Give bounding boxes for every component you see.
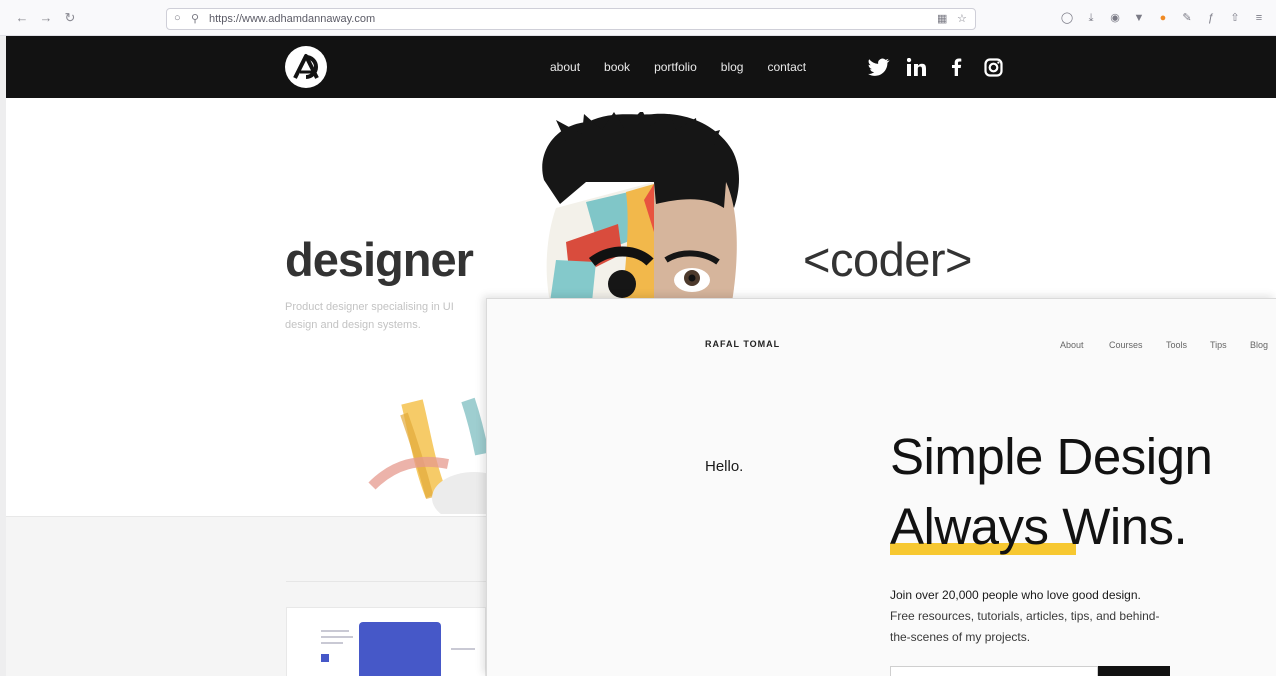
nav-book[interactable]: book [604, 60, 630, 74]
lock-icon[interactable]: ⚲ [191, 12, 199, 25]
eyedropper-icon[interactable]: ✎ [1180, 11, 1194, 25]
bookmark-star-icon[interactable]: ☆ [957, 12, 967, 25]
headline-line-2: Always Wins. [890, 497, 1188, 556]
hero-description: Product designer specialising in UI desi… [285, 301, 454, 331]
instagram-icon[interactable] [984, 58, 1003, 80]
facebook-icon[interactable] [950, 58, 962, 80]
address-bar[interactable]: ○ ⚲ https://www.adhamdannaway.com ▦ ☆ [166, 8, 976, 30]
hero-coder-word: <coder> [803, 233, 972, 286]
portfolio-thumbnail[interactable] [286, 607, 486, 676]
thumb-text-line [321, 630, 349, 632]
intro-line-2: Free resources, tutorials, articles, tip… [890, 609, 1160, 644]
thumb-text-line [451, 648, 475, 650]
headline-always: Always [890, 498, 1049, 555]
thumb-swatch [321, 654, 329, 662]
rafal-intro-paragraph: Join over 20,000 people who love good de… [890, 585, 1180, 648]
section-divider [286, 581, 486, 582]
download-icon[interactable]: ⤓ [1084, 11, 1098, 25]
reload-icon[interactable]: ↻ [62, 10, 78, 26]
thumb-text-line [321, 642, 343, 644]
filter-extension-icon[interactable]: ▼ [1132, 11, 1146, 25]
tracking-shield-icon[interactable]: ○ [174, 12, 181, 24]
translate-icon[interactable]: ▦ [937, 12, 947, 25]
extension-icon[interactable]: ◉ [1108, 11, 1122, 25]
portrait-illustration [542, 112, 739, 302]
linkedin-icon[interactable] [906, 57, 927, 80]
share-icon[interactable]: ⇧ [1228, 11, 1242, 25]
nav-portfolio[interactable]: portfolio [654, 60, 697, 74]
nav-contact[interactable]: contact [767, 60, 806, 74]
rafal-nav-tools[interactable]: Tools [1166, 340, 1187, 350]
back-icon[interactable]: ← [14, 10, 30, 26]
email-input[interactable] [890, 666, 1098, 676]
forward-icon[interactable]: → [38, 10, 54, 26]
font-extension-icon[interactable]: ƒ [1204, 11, 1218, 25]
intro-line-1: Join over 20,000 people who love good de… [890, 588, 1141, 602]
headline-line-1: Simple Design [890, 428, 1213, 485]
thumb-text-line [321, 636, 353, 638]
rafal-nav-blog[interactable]: Blog [1250, 340, 1268, 350]
site-header: about book portfolio blog contact [6, 36, 1276, 98]
browser-toolbar: ← → ↻ ○ ⚲ https://www.adhamdannaway.com … [0, 0, 1276, 36]
orange-extension-icon[interactable]: ● [1156, 11, 1170, 25]
nav-blog[interactable]: blog [721, 60, 744, 74]
menu-icon[interactable]: ≡ [1252, 11, 1266, 25]
subscribe-button[interactable] [1098, 666, 1170, 676]
rafal-brand[interactable]: RAFAL TOMAL [705, 339, 780, 349]
thumb-card [359, 622, 441, 676]
url-text[interactable]: https://www.adhamdannaway.com [209, 13, 375, 25]
rafal-hello: Hello. [705, 458, 744, 475]
pocket-icon[interactable]: ◯ [1060, 11, 1074, 25]
rafal-nav-tips[interactable]: Tips [1210, 340, 1227, 350]
main-nav: about book portfolio blog contact [550, 60, 830, 74]
site-logo[interactable] [285, 46, 327, 88]
hero-designer-word: designer [285, 233, 474, 286]
headline-wins: Wins. [1062, 498, 1188, 555]
nav-about[interactable]: about [550, 60, 580, 74]
rafal-tomal-page: RAFAL TOMAL About Courses Tools Tips Blo… [486, 298, 1276, 676]
rafal-nav-about[interactable]: About [1060, 340, 1084, 350]
paint-stroke-illustration [368, 397, 494, 514]
rafal-nav-courses[interactable]: Courses [1109, 340, 1143, 350]
twitter-icon[interactable] [868, 58, 890, 80]
